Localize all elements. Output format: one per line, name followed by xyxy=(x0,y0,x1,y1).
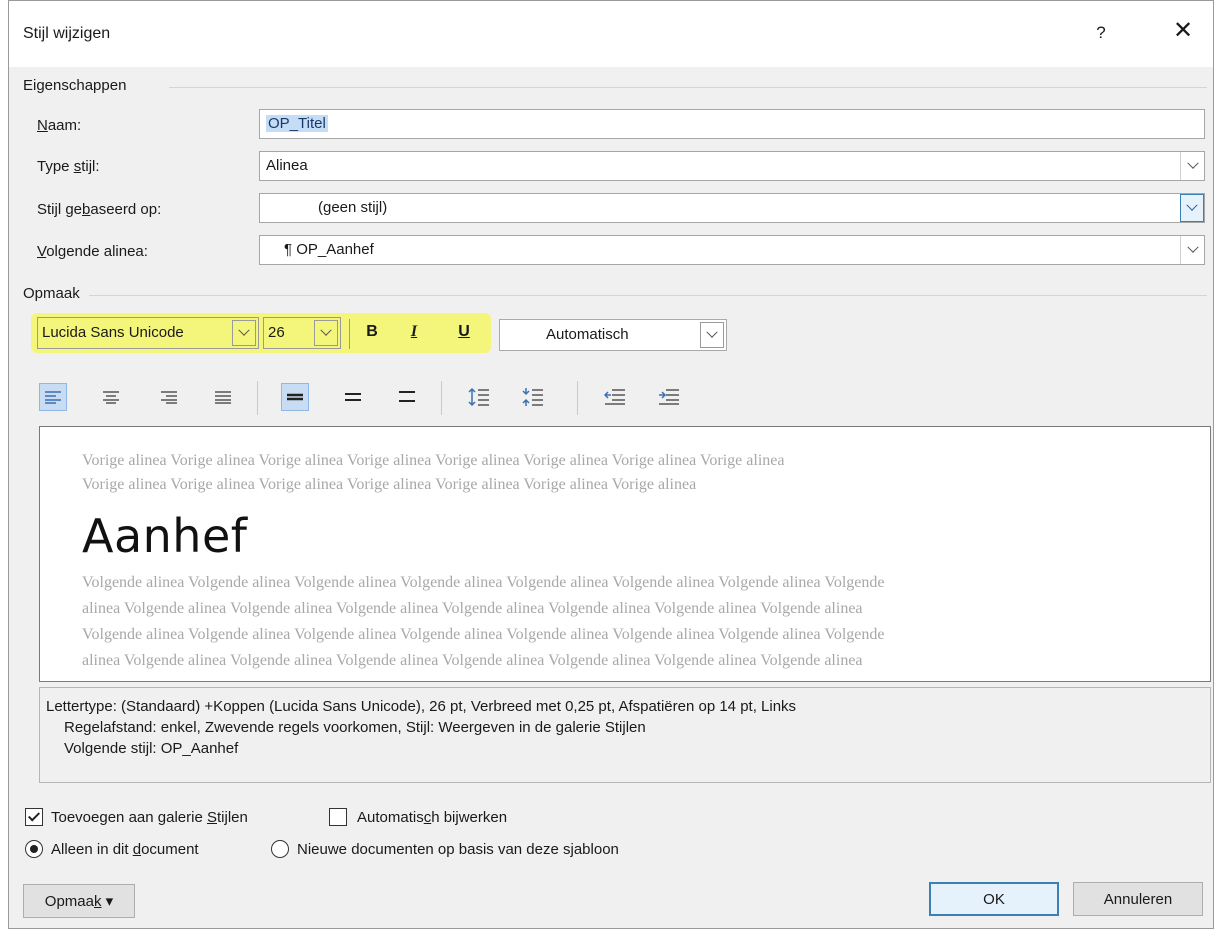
preview-next-line: Volgende alinea Volgende alinea Volgende… xyxy=(82,574,885,591)
decrease-indent-icon[interactable] xyxy=(601,383,629,411)
style-preview: Vorige alinea Vorige alinea Vorige aline… xyxy=(39,426,1211,682)
based-on-value: (geen stijl) xyxy=(318,199,388,216)
name-label: Naam: xyxy=(37,117,82,134)
bold-button[interactable]: B xyxy=(361,323,383,341)
based-on-select[interactable]: (geen stijl) xyxy=(259,193,1205,223)
add-to-gallery-label: Toevoegen aan galerie Stijlen xyxy=(51,809,248,826)
font-value: Lucida Sans Unicode xyxy=(42,324,184,341)
italic-button[interactable]: I xyxy=(403,323,425,341)
style-type-select[interactable]: Alinea xyxy=(259,151,1205,181)
toolbar-separator xyxy=(441,381,442,415)
preview-next-line: Volgende alinea Volgende alinea Volgende… xyxy=(82,626,885,643)
based-on-label: Stijl gebaseerd op: xyxy=(37,201,162,218)
name-input[interactable]: OP_Titel xyxy=(259,109,1205,139)
ok-button[interactable]: OK xyxy=(929,882,1059,916)
color-select[interactable]: Automatisch xyxy=(499,319,727,351)
formatting-divider xyxy=(89,295,1207,296)
properties-divider xyxy=(169,87,1207,88)
chevron-down-icon[interactable] xyxy=(232,320,256,346)
dialog-title: Stijl wijzigen xyxy=(23,25,111,42)
toolbar-separator xyxy=(257,381,258,415)
formatting-section-label: Opmaak xyxy=(23,285,80,302)
modify-style-dialog: Stijl wijzigen ? ✕ Eigenschappen Naam: O… xyxy=(8,0,1214,929)
preview-main-text: Aanhef xyxy=(82,509,248,563)
auto-update-checkbox[interactable] xyxy=(329,808,347,826)
align-right-icon[interactable] xyxy=(155,383,183,411)
next-paragraph-value: ¶ OP_Aanhef xyxy=(284,241,374,258)
chevron-down-icon[interactable] xyxy=(1180,194,1204,222)
decrease-paragraph-spacing-icon[interactable] xyxy=(519,383,547,411)
help-button[interactable]: ? xyxy=(1091,23,1111,43)
chevron-down-icon[interactable] xyxy=(1180,152,1204,180)
one-half-spacing-icon[interactable] xyxy=(339,383,367,411)
description-line: Lettertype: (Standaard) +Koppen (Lucida … xyxy=(46,698,797,715)
style-type-label: Type stijl: xyxy=(37,158,100,175)
preview-previous-line: Vorige alinea Vorige alinea Vorige aline… xyxy=(82,452,785,469)
only-this-document-radio[interactable] xyxy=(25,840,43,858)
color-value: Automatisch xyxy=(546,326,629,343)
preview-previous-line: Vorige alinea Vorige alinea Vorige aline… xyxy=(82,476,697,493)
only-this-document-label: Alleen in dit document xyxy=(51,841,199,858)
size-value: 26 xyxy=(268,324,285,341)
double-spacing-icon[interactable] xyxy=(393,383,421,411)
justify-icon[interactable] xyxy=(209,383,237,411)
size-select[interactable]: 26 xyxy=(263,317,341,349)
underline-button[interactable]: U xyxy=(453,323,475,341)
new-documents-radio[interactable] xyxy=(271,840,289,858)
properties-section-label: Eigenschappen xyxy=(23,77,127,94)
chevron-down-icon[interactable] xyxy=(314,320,338,346)
font-select[interactable]: Lucida Sans Unicode xyxy=(37,317,259,349)
align-left-icon[interactable] xyxy=(39,383,67,411)
increase-indent-icon[interactable] xyxy=(655,383,683,411)
name-value: OP_Titel xyxy=(266,115,328,132)
auto-update-label: Automatisch bijwerken xyxy=(357,809,508,826)
add-to-gallery-checkbox[interactable] xyxy=(25,808,43,826)
preview-next-line: alinea Volgende alinea Volgende alinea V… xyxy=(82,652,863,669)
toolbar-separator xyxy=(349,319,350,349)
next-paragraph-label: Volgende alinea: xyxy=(37,243,148,260)
align-center-icon[interactable] xyxy=(97,383,125,411)
title-bar: Stijl wijzigen ? ✕ xyxy=(9,1,1213,67)
close-button[interactable]: ✕ xyxy=(1169,19,1197,43)
preview-next-line: alinea Volgende alinea Volgende alinea V… xyxy=(82,600,863,617)
new-documents-label: Nieuwe documenten op basis van deze sjab… xyxy=(297,841,619,858)
cancel-button[interactable]: Annuleren xyxy=(1073,882,1203,916)
style-type-value: Alinea xyxy=(266,157,308,174)
single-spacing-icon[interactable] xyxy=(281,383,309,411)
next-paragraph-select[interactable]: ¶ OP_Aanhef xyxy=(259,235,1205,265)
increase-paragraph-spacing-icon[interactable] xyxy=(465,383,493,411)
style-description: Lettertype: (Standaard) +Koppen (Lucida … xyxy=(39,687,1211,783)
description-line: Regelafstand: enkel, Zwevende regels voo… xyxy=(64,719,646,736)
toolbar-separator xyxy=(577,381,578,415)
description-line: Volgende stijl: OP_Aanhef xyxy=(64,740,239,757)
chevron-down-icon[interactable] xyxy=(1180,236,1204,264)
chevron-down-icon[interactable] xyxy=(700,322,724,348)
format-button[interactable]: Opmaa k ▾ xyxy=(23,884,135,918)
